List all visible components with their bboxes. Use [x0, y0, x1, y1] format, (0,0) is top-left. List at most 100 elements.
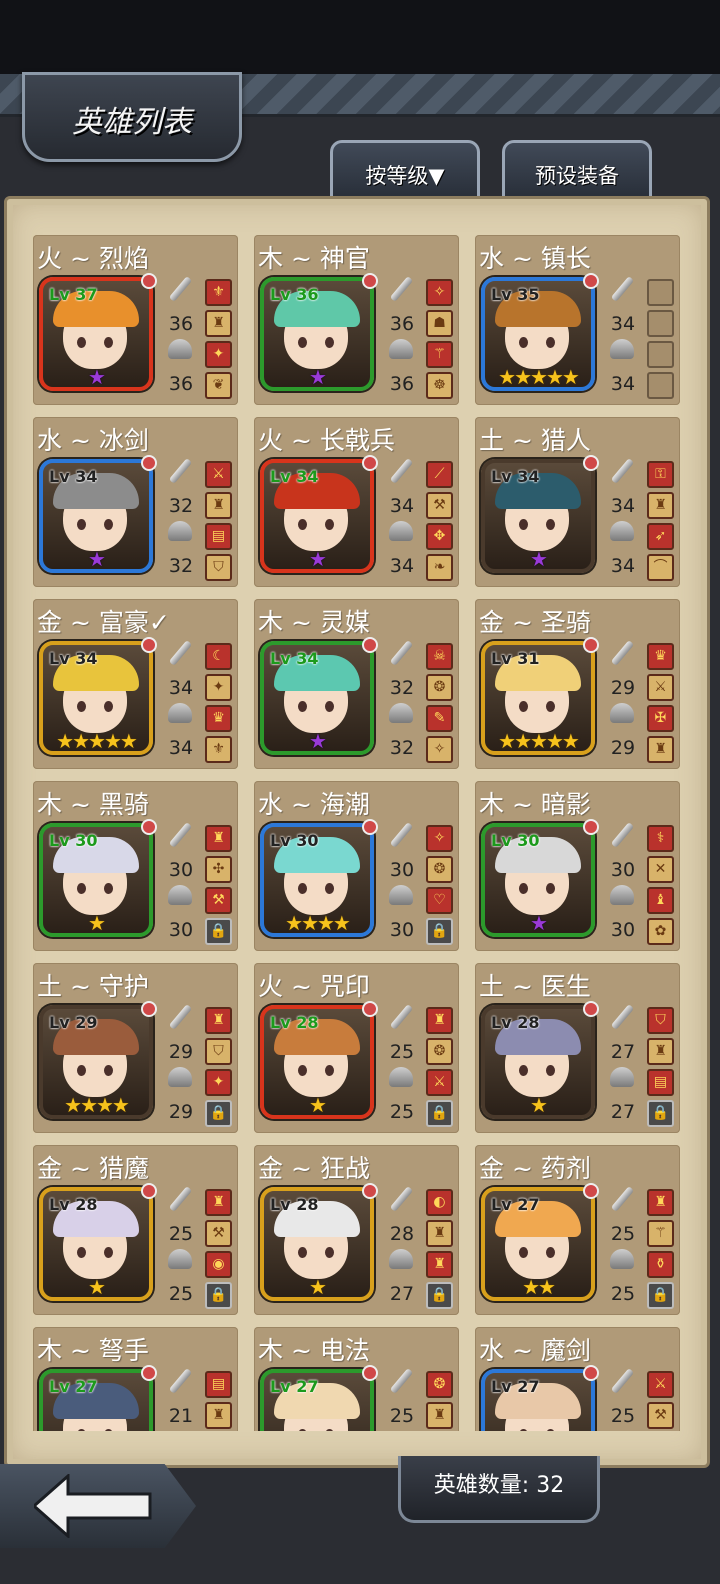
- equipment-slot[interactable]: ☗: [426, 310, 453, 337]
- equipment-slot[interactable]: ✥: [426, 523, 453, 550]
- equipment-slot[interactable]: ◉: [205, 1251, 232, 1278]
- equipment-slot[interactable]: ✣: [205, 856, 232, 883]
- hero-portrait[interactable]: Lv 29 ★★★★: [39, 1001, 157, 1119]
- equipment-slot[interactable]: ⚒: [647, 1402, 674, 1429]
- hero-card[interactable]: 水 ~ 海潮 Lv 30 ★★★★ 30 30 ✧ ❂ ♡ 🔒: [254, 781, 459, 951]
- preset-equipment-button[interactable]: 预设装备: [502, 140, 652, 201]
- locked-slot-icon[interactable]: 🔒: [205, 1282, 232, 1309]
- sort-by-level-button[interactable]: 按等级▼: [330, 140, 480, 201]
- equipment-slot[interactable]: ♜: [205, 1402, 232, 1429]
- equipment-slot[interactable]: ♝: [647, 887, 674, 914]
- hero-portrait[interactable]: Lv 31 ★★★★★: [481, 637, 599, 755]
- equipment-slot[interactable]: ♜: [426, 1251, 453, 1278]
- equipment-slot[interactable]: ⚚: [647, 1220, 674, 1247]
- equipment-slot[interactable]: ♛: [205, 705, 232, 732]
- equipment-slot[interactable]: ▤: [205, 1371, 232, 1398]
- equipment-slot[interactable]: ♜: [647, 1038, 674, 1065]
- equipment-slot[interactable]: ♡: [426, 887, 453, 914]
- equipment-slot[interactable]: ▤: [647, 1069, 674, 1096]
- hero-portrait[interactable]: Lv 36 ★: [260, 273, 378, 391]
- empty-equipment-slot[interactable]: [647, 279, 674, 306]
- equipment-slot[interactable]: ♜: [426, 1402, 453, 1429]
- equipment-slot[interactable]: ♜: [647, 1189, 674, 1216]
- equipment-slot[interactable]: ♜: [647, 736, 674, 763]
- equipment-slot[interactable]: ♜: [647, 492, 674, 519]
- equipment-slot[interactable]: ♜: [426, 1007, 453, 1034]
- equipment-slot[interactable]: ♛: [647, 643, 674, 670]
- equipment-slot[interactable]: ❧: [426, 554, 453, 581]
- equipment-slot[interactable]: ✧: [426, 736, 453, 763]
- equipment-slot[interactable]: ⚒: [205, 1220, 232, 1247]
- equipment-slot[interactable]: ⛉: [205, 554, 232, 581]
- hero-portrait[interactable]: Lv 37 ★: [39, 273, 157, 391]
- equipment-slot[interactable]: ⚜: [205, 736, 232, 763]
- equipment-slot[interactable]: ✧: [426, 825, 453, 852]
- hero-card[interactable]: 金 ~ 狂战 Lv 28 ★ 28 27 ◐ ♜ ♜ 🔒: [254, 1145, 459, 1315]
- locked-slot-icon[interactable]: 🔒: [647, 1100, 674, 1127]
- hero-card[interactable]: 水 ~ 冰剑 Lv 34 ★ 32 32 ⚔ ♜ ▤ ⛉: [33, 417, 238, 587]
- hero-grid[interactable]: 火 ~ 烈焰 Lv 37 ★ 36 36 ⚜ ♜ ✦ ❦ 木 ~ 神官 Lv 36 ★ 36 36 ✧ ☗ ⚚ ☸…: [33, 235, 683, 1431]
- equipment-slot[interactable]: ✠: [647, 705, 674, 732]
- hero-card[interactable]: 木 ~ 弩手 Lv 27 21 ▤ ♜: [33, 1327, 238, 1431]
- hero-portrait[interactable]: Lv 28 ★: [39, 1183, 157, 1301]
- equipment-slot[interactable]: ♜: [205, 310, 232, 337]
- hero-card[interactable]: 水 ~ 魔剑 Lv 27 25 ⚔ ⚒: [475, 1327, 680, 1431]
- equipment-slot[interactable]: ◐: [426, 1189, 453, 1216]
- hero-portrait[interactable]: Lv 34 ★: [39, 455, 157, 573]
- hero-card[interactable]: 火 ~ 咒印 Lv 28 ★ 25 25 ♜ ❂ ⚔ 🔒: [254, 963, 459, 1133]
- locked-slot-icon[interactable]: 🔒: [205, 918, 232, 945]
- hero-card[interactable]: 金 ~ 猎魔 Lv 28 ★ 25 25 ♜ ⚒ ◉ 🔒: [33, 1145, 238, 1315]
- hero-portrait[interactable]: Lv 30 ★★★★: [260, 819, 378, 937]
- hero-card[interactable]: 土 ~ 猎人 Lv 34 ★ 34 34 ⚿ ♜ ➶ ⌒: [475, 417, 680, 587]
- hero-portrait[interactable]: Lv 34 ★★★★★: [39, 637, 157, 755]
- equipment-slot[interactable]: ♜: [205, 1007, 232, 1034]
- hero-portrait[interactable]: Lv 30 ★: [481, 819, 599, 937]
- hero-portrait[interactable]: Lv 27: [260, 1365, 378, 1431]
- locked-slot-icon[interactable]: 🔒: [426, 1282, 453, 1309]
- equipment-slot[interactable]: ⚔: [647, 1371, 674, 1398]
- equipment-slot[interactable]: ♜: [205, 1189, 232, 1216]
- equipment-slot[interactable]: ⚔: [426, 1069, 453, 1096]
- empty-equipment-slot[interactable]: [647, 310, 674, 337]
- equipment-slot[interactable]: ✦: [205, 674, 232, 701]
- locked-slot-icon[interactable]: 🔒: [426, 918, 453, 945]
- empty-equipment-slot[interactable]: [647, 341, 674, 368]
- hero-card[interactable]: 木 ~ 电法 Lv 27 25 ❂ ♜: [254, 1327, 459, 1431]
- equipment-slot[interactable]: ❂: [426, 1038, 453, 1065]
- hero-portrait[interactable]: Lv 30 ★: [39, 819, 157, 937]
- hero-portrait[interactable]: Lv 34 ★: [260, 455, 378, 573]
- equipment-slot[interactable]: ➶: [647, 523, 674, 550]
- equipment-slot[interactable]: ⚿: [647, 461, 674, 488]
- hero-card[interactable]: 火 ~ 长戟兵 Lv 34 ★ 34 34 ⟋ ⚒ ✥ ❧: [254, 417, 459, 587]
- hero-card[interactable]: 木 ~ 灵媒 Lv 34 ★ 32 32 ☠ ❂ ✎ ✧: [254, 599, 459, 769]
- hero-portrait[interactable]: Lv 35 ★★★★★: [481, 273, 599, 391]
- equipment-slot[interactable]: ⌒: [647, 554, 674, 581]
- equipment-slot[interactable]: ⚒: [205, 887, 232, 914]
- hero-card[interactable]: 水 ~ 镇长 Lv 35 ★★★★★ 34 34: [475, 235, 680, 405]
- equipment-slot[interactable]: ⚒: [426, 492, 453, 519]
- hero-portrait[interactable]: Lv 28 ★: [260, 1183, 378, 1301]
- equipment-slot[interactable]: ⛉: [647, 1007, 674, 1034]
- hero-card[interactable]: 木 ~ 黑骑 Lv 30 ★ 30 30 ♜ ✣ ⚒ 🔒: [33, 781, 238, 951]
- hero-portrait[interactable]: Lv 28 ★: [481, 1001, 599, 1119]
- hero-portrait[interactable]: Lv 28 ★: [260, 1001, 378, 1119]
- hero-portrait[interactable]: Lv 27 ★★: [481, 1183, 599, 1301]
- hero-card[interactable]: 金 ~ 富豪✓ Lv 34 ★★★★★ 34 34 ☾ ✦ ♛ ⚜: [33, 599, 238, 769]
- hero-card[interactable]: 金 ~ 药剂 Lv 27 ★★ 25 25 ♜ ⚚ ⚱ 🔒: [475, 1145, 680, 1315]
- equipment-slot[interactable]: ✦: [205, 1069, 232, 1096]
- equipment-slot[interactable]: ⚔: [205, 461, 232, 488]
- equipment-slot[interactable]: ✎: [426, 705, 453, 732]
- equipment-slot[interactable]: ❦: [205, 372, 232, 399]
- equipment-slot[interactable]: ⚜: [205, 279, 232, 306]
- equipment-slot[interactable]: ⟋: [426, 461, 453, 488]
- locked-slot-icon[interactable]: 🔒: [647, 1282, 674, 1309]
- hero-portrait[interactable]: Lv 34 ★: [260, 637, 378, 755]
- hero-portrait[interactable]: Lv 27: [39, 1365, 157, 1431]
- equipment-slot[interactable]: ✦: [205, 341, 232, 368]
- equipment-slot[interactable]: ⛉: [205, 1038, 232, 1065]
- equipment-slot[interactable]: ✧: [426, 279, 453, 306]
- equipment-slot[interactable]: ❂: [426, 856, 453, 883]
- hero-card[interactable]: 木 ~ 神官 Lv 36 ★ 36 36 ✧ ☗ ⚚ ☸: [254, 235, 459, 405]
- equipment-slot[interactable]: ☸: [426, 372, 453, 399]
- hero-card[interactable]: 火 ~ 烈焰 Lv 37 ★ 36 36 ⚜ ♜ ✦ ❦: [33, 235, 238, 405]
